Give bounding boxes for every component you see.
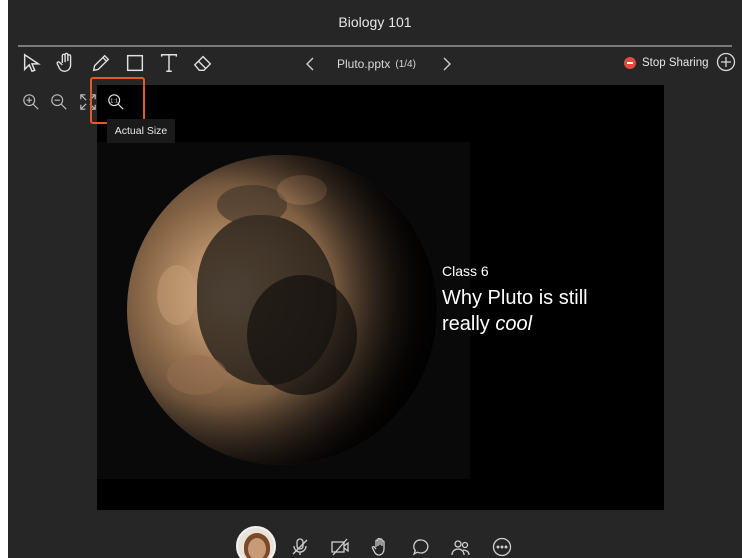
participants-icon[interactable] bbox=[450, 536, 472, 558]
more-options-icon[interactable] bbox=[491, 536, 513, 558]
window-title: Biology 101 bbox=[8, 0, 742, 44]
avatar[interactable] bbox=[236, 526, 276, 558]
chevron-right-icon bbox=[443, 57, 451, 71]
zoom-out-icon[interactable] bbox=[49, 92, 69, 112]
file-navigation: Pluto.pptx (1/4) bbox=[303, 53, 454, 75]
actual-size-tooltip: Actual Size bbox=[107, 119, 175, 143]
zoom-in-icon[interactable] bbox=[21, 92, 41, 112]
collaborate-window: Biology 101 Pluto.pptx (1/4) Stop Sharin… bbox=[8, 0, 742, 558]
slide-title: Why Pluto is still really cool bbox=[442, 285, 588, 337]
add-content-button[interactable] bbox=[716, 52, 736, 72]
pluto-image bbox=[127, 155, 437, 465]
shared-slide: Class 6 Why Pluto is still really cool bbox=[97, 85, 664, 510]
header-divider bbox=[18, 45, 732, 47]
chevron-left-icon bbox=[306, 57, 314, 71]
chat-icon[interactable] bbox=[410, 536, 432, 558]
mic-off-icon[interactable] bbox=[289, 536, 311, 558]
select-arrow-icon[interactable] bbox=[20, 51, 44, 75]
text-icon[interactable] bbox=[157, 51, 181, 75]
pencil-icon[interactable] bbox=[89, 51, 113, 75]
page-indicator: (1/4) bbox=[395, 58, 416, 70]
rectangle-icon[interactable] bbox=[123, 51, 147, 75]
slide-text-block: Class 6 Why Pluto is still really cool bbox=[442, 263, 588, 337]
stop-sharing-button[interactable]: Stop Sharing bbox=[624, 54, 709, 72]
previous-slide-button[interactable] bbox=[303, 53, 317, 75]
sharing-toolbar: Pluto.pptx (1/4) Stop Sharing bbox=[8, 48, 742, 78]
pan-hand-icon[interactable] bbox=[54, 51, 78, 75]
actual-size-highlight bbox=[90, 77, 145, 124]
session-title: Biology 101 bbox=[338, 14, 412, 30]
slide-title-line1: Why Pluto is still bbox=[442, 287, 588, 309]
slide-subtitle: Class 6 bbox=[442, 263, 489, 279]
raise-hand-icon[interactable] bbox=[369, 536, 391, 558]
camera-off-icon[interactable] bbox=[329, 536, 351, 558]
slide-title-emphasis: cool bbox=[495, 313, 533, 335]
next-slide-button[interactable] bbox=[440, 53, 454, 75]
slide-title-line2: really cool bbox=[442, 311, 588, 337]
slide-title-line2-prefix: really bbox=[442, 313, 496, 335]
stop-sharing-label: Stop Sharing bbox=[642, 57, 709, 69]
session-controls bbox=[8, 516, 742, 558]
eraser-icon[interactable] bbox=[191, 51, 215, 75]
stop-icon bbox=[624, 57, 636, 69]
file-name: Pluto.pptx bbox=[337, 57, 391, 71]
plus-circle-icon bbox=[716, 52, 736, 72]
